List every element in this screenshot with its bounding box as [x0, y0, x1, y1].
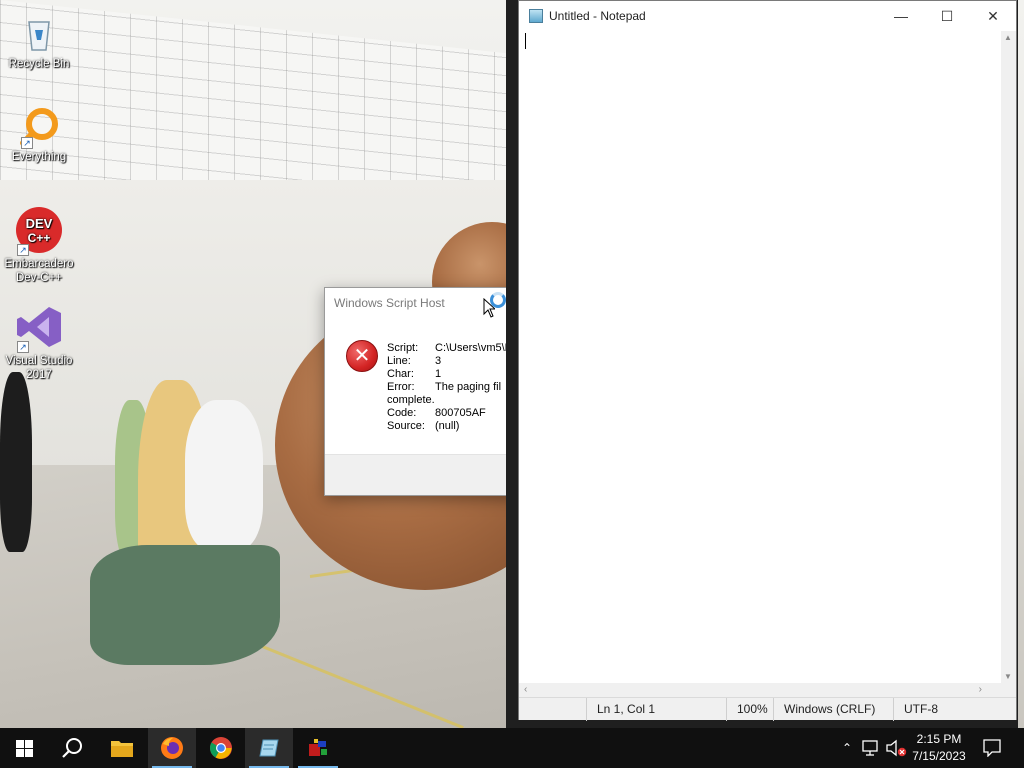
dialog-body: ✕ Script: C:\Users\vm5\D Line: 3 Char: 1 Er…	[325, 318, 523, 454]
status-encoding: UTF-8	[893, 698, 1017, 721]
wallpaper-person-legs	[90, 545, 280, 665]
notepad-icon	[259, 739, 279, 757]
dialog-row-error: Error: The paging fil	[387, 381, 502, 393]
taskbar-firefox[interactable]	[148, 728, 196, 768]
desktop-icon-label: Everything	[11, 151, 67, 163]
notepad-window[interactable]: Untitled - Notepad — ☐ ✕ ▲ ▼ ‹ › Ln 1, C…	[518, 0, 1017, 721]
shortcut-arrow-icon: ↗	[21, 137, 33, 149]
wallpaper-person	[0, 372, 32, 552]
shortcut-arrow-icon: ↗	[17, 244, 29, 256]
desktop-icon-devcpp[interactable]: DEV C++ ↗ Embarcadero Dev-C++	[1, 206, 77, 285]
desktop-icon-recycle-bin[interactable]: Recycle Bin	[1, 14, 77, 71]
notification-icon	[983, 739, 1001, 757]
search-button[interactable]	[48, 728, 96, 768]
taskbar-devcpp[interactable]	[294, 728, 342, 768]
taskbar-notepad[interactable]	[245, 728, 293, 768]
network-icon	[862, 740, 878, 756]
desktop-icon-everything[interactable]: ↗ Everything	[1, 107, 77, 164]
desktop-icon-label: Visual Studio 2017	[5, 355, 73, 381]
status-zoom: 100%	[726, 698, 773, 721]
clock-date: 7/15/2023	[912, 749, 966, 763]
scrollbar-corner	[1001, 683, 1016, 697]
scroll-right-icon[interactable]: ›	[979, 683, 982, 697]
status-bar: Ln 1, Col 1 100% Windows (CRLF) UTF-8	[519, 697, 1017, 721]
minimize-button[interactable]: —	[878, 1, 924, 31]
taskbar: ⌃ 2:15 PM 7/15/2023	[0, 728, 1024, 768]
tray-network[interactable]	[860, 728, 882, 768]
file-explorer-icon	[111, 741, 133, 757]
dialog-row-char: Char: 1	[387, 368, 442, 380]
wallpaper-person	[185, 400, 263, 550]
dialog-row-source: Source: (null)	[387, 420, 460, 432]
window-title: Untitled - Notepad	[549, 9, 646, 23]
dialog-row-error-cont: complete.	[387, 394, 435, 406]
error-icon: ✕	[346, 340, 378, 372]
scroll-down-icon[interactable]: ▼	[1004, 672, 1012, 681]
mouse-pointer-icon	[483, 298, 495, 318]
show-hidden-icons-chevron-icon[interactable]: ⌃	[838, 728, 856, 768]
svg-text:DEV: DEV	[26, 216, 53, 231]
dialog-row-code: Code: 800705AF	[387, 407, 486, 419]
dialog-button-area	[325, 454, 523, 495]
notepad-text-area[interactable]	[519, 31, 1003, 683]
devcpp-icon	[309, 739, 327, 756]
scroll-up-icon[interactable]: ▲	[1004, 33, 1012, 42]
text-caret	[525, 33, 526, 49]
start-icon	[15, 739, 33, 757]
search-icon	[62, 738, 82, 758]
shortcut-arrow-icon: ↗	[17, 341, 29, 353]
svg-text:C++: C++	[28, 231, 51, 245]
close-button[interactable]: ✕	[970, 1, 1016, 31]
wsh-error-dialog[interactable]: Windows Script Host ✕ Script: C:\Users\vm…	[324, 287, 524, 496]
firefox-icon	[161, 737, 183, 759]
taskbar-chrome[interactable]	[197, 728, 245, 768]
notepad-titlebar[interactable]: Untitled - Notepad — ☐ ✕	[519, 1, 1016, 31]
start-button[interactable]	[0, 728, 48, 768]
desktop-icon-label: Recycle Bin	[8, 58, 70, 70]
desktop-icon-visual-studio[interactable]: ↗ Visual Studio 2017	[1, 303, 77, 382]
dialog-row-line: Line: 3	[387, 355, 442, 367]
status-cursor-position: Ln 1, Col 1	[586, 698, 726, 721]
scroll-left-icon[interactable]: ‹	[524, 683, 527, 697]
maximize-button[interactable]: ☐	[924, 1, 970, 31]
horizontal-scrollbar[interactable]: ‹ ›	[519, 683, 1003, 697]
taskbar-file-explorer[interactable]	[98, 728, 146, 768]
taskbar-clock[interactable]: 2:15 PM 7/15/2023	[904, 731, 974, 765]
action-center-button[interactable]	[978, 728, 1006, 768]
vertical-scrollbar[interactable]: ▲ ▼	[1001, 31, 1016, 683]
status-line-ending: Windows (CRLF)	[773, 698, 893, 721]
dialog-row-script: Script: C:\Users\vm5\D	[387, 342, 513, 354]
recycle-bin-icon	[28, 21, 50, 51]
notepad-icon	[529, 9, 543, 23]
chrome-icon	[210, 737, 232, 759]
clock-time: 2:15 PM	[916, 732, 962, 746]
desktop-icon-label: Embarcadero Dev-C++	[4, 258, 74, 284]
